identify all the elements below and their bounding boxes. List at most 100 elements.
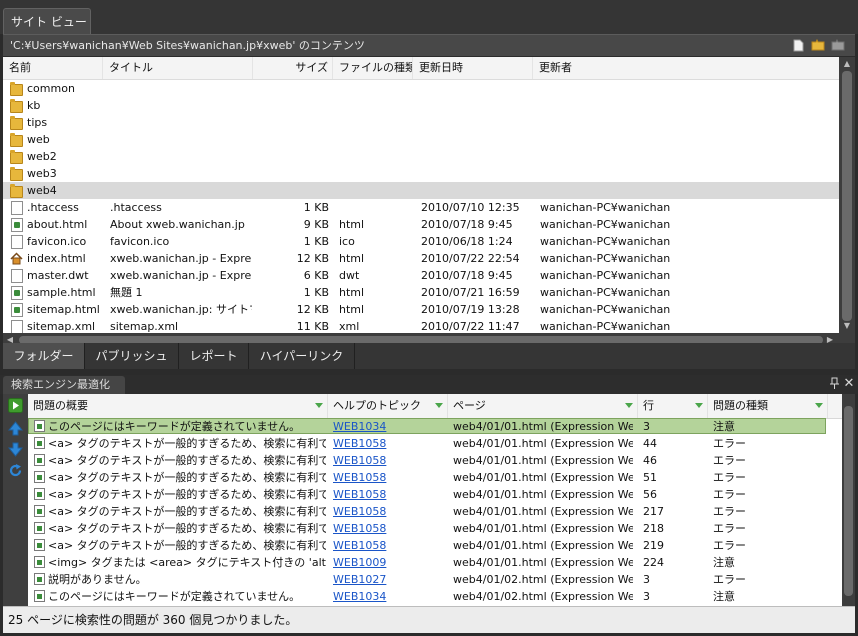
folder-icon (10, 167, 23, 181)
help-topic-link[interactable]: WEB1058 (333, 469, 443, 486)
filter-dropdown-icon[interactable] (695, 403, 703, 408)
folder-row[interactable]: web2 (3, 148, 839, 165)
problem-summary: 説明がありません。 (48, 573, 147, 586)
file-modified (421, 114, 531, 131)
seo-scroll-thumb[interactable] (844, 406, 853, 596)
previous-result-icon[interactable] (7, 421, 24, 436)
help-topic-link[interactable]: WEB1009 (333, 554, 443, 571)
file-size (255, 114, 329, 131)
file-row[interactable]: sitemap.html xweb.wanichan.jp: サイトマ... 12 … (3, 301, 839, 318)
help-topic-link[interactable]: WEB1058 (333, 537, 443, 554)
help-topic-link[interactable]: WEB1034 (333, 588, 443, 605)
html-file-icon (10, 218, 23, 232)
folder-row[interactable]: web4 (3, 182, 839, 199)
file-row[interactable]: sitemap.xml sitemap.xml 11 KB xml 2010/07/22… (3, 318, 839, 333)
seo-result-row[interactable]: <a> タグのテキストが一般的すぎるため、検索に有利では... WEB1058 we… (28, 520, 842, 537)
seo-panel-title[interactable]: 検索エンジン最適化 (3, 376, 125, 394)
filter-dropdown-icon[interactable] (315, 403, 323, 408)
help-topic-link[interactable]: WEB1058 (333, 520, 443, 537)
file-row[interactable]: .htaccess .htaccess 1 KB 2010/07/10 12:35 wa… (3, 199, 839, 216)
new-folder-icon[interactable] (811, 38, 825, 52)
help-topic-link[interactable]: WEB1034 (333, 418, 443, 435)
close-icon[interactable]: ✕ (843, 376, 855, 392)
vertical-scroll-thumb[interactable] (842, 71, 852, 321)
problem-summary: <a> タグのテキストが一般的すぎるため、検索に有利では... (48, 539, 326, 552)
folder-row[interactable]: tips (3, 114, 839, 131)
tab-site-view[interactable]: サイト ビュー (3, 8, 91, 34)
file-modified-by: wanichan-PC¥wanichan (540, 303, 671, 316)
file-name: web4 (27, 184, 57, 197)
seo-result-row[interactable]: <a> タグのテキストが一般的すぎるため、検索に有利では... WEB1058 we… (28, 469, 842, 486)
column-header-modified-by[interactable]: 更新者 (533, 57, 839, 79)
file-title (110, 182, 252, 199)
filter-dropdown-icon[interactable] (815, 403, 823, 408)
file-title: 無題 1 (110, 286, 143, 299)
file-row[interactable]: index.html xweb.wanichan.jp - Expre... 12 … (3, 250, 839, 267)
column-header-page[interactable]: ページ (448, 394, 638, 418)
folder-row[interactable]: common (3, 80, 839, 97)
column-header-help-topic[interactable]: ヘルプのトピック (328, 394, 448, 418)
file-title (110, 148, 252, 165)
problem-type: エラー (713, 539, 746, 552)
folder-row[interactable]: kb (3, 97, 839, 114)
seo-result-row[interactable]: <a> タグのテキストが一般的すぎるため、検索に有利では... WEB1058 we… (28, 537, 842, 554)
seo-result-row[interactable]: <img> タグまたは <area> タグにテキスト付きの 'alt' 属性..… (28, 554, 842, 571)
issue-page: web4/01/01.html (Expression We... (453, 454, 633, 467)
column-header-modified[interactable]: 更新日時 (413, 57, 533, 79)
next-result-icon[interactable] (7, 442, 24, 457)
file-modified-by (540, 114, 740, 131)
file-list-vertical-scrollbar[interactable]: ▲ ▼ (839, 57, 855, 333)
column-header-title[interactable]: タイトル (103, 57, 253, 79)
delete-folder-icon[interactable] (831, 38, 845, 52)
seo-result-row[interactable]: <a> タグのテキストが一般的すぎるため、検索に有利では... WEB1058 we… (28, 435, 842, 452)
seo-result-row[interactable]: <a> タグのテキストが一般的すぎるため、検索に有利では... WEB1058 we… (28, 503, 842, 520)
file-size: 12 KB (296, 303, 329, 316)
problem-summary: このページにはキーワードが定義されていません。 (48, 590, 301, 603)
column-header-problem-summary-label: 問題の概要 (33, 399, 88, 412)
file-size (255, 148, 329, 165)
file-row[interactable]: master.dwt xweb.wanichan.jp - Expre... 6 K… (3, 267, 839, 284)
file-title: About xweb.wanichan.jp (110, 218, 245, 231)
scroll-down-arrow-icon[interactable]: ▼ (839, 319, 855, 333)
seo-vertical-scrollbar[interactable] (842, 394, 855, 606)
column-header-file-type[interactable]: ファイルの種類 (333, 57, 413, 79)
run-check-icon[interactable] (8, 398, 23, 413)
help-topic-link[interactable]: WEB1027 (333, 571, 443, 588)
file-modified (421, 97, 531, 114)
file-row[interactable]: sample.html 無題 1 1 KB html 2010/07/21 16:59 w… (3, 284, 839, 301)
seo-result-row[interactable]: <a> タグのテキストが一般的すぎるため、検索に有利では... WEB1058 we… (28, 452, 842, 469)
filter-dropdown-icon[interactable] (625, 403, 633, 408)
file-row[interactable]: favicon.ico favicon.ico 1 KB ico 2010/06/18 … (3, 233, 839, 250)
tab-hyperlinks[interactable]: ハイパーリンク (249, 343, 355, 369)
column-header-size[interactable]: サイズ (253, 57, 333, 79)
seo-result-row[interactable]: このページにはキーワードが定義されていません。 WEB1034 web4/01/02… (28, 588, 842, 605)
help-topic-link[interactable]: WEB1058 (333, 452, 443, 469)
file-row[interactable]: about.html About xweb.wanichan.jp 9 KB html… (3, 216, 839, 233)
scroll-up-arrow-icon[interactable]: ▲ (839, 57, 855, 71)
seo-result-row[interactable]: このページにはキーワードが定義されていません。 WEB1034 web4/01/01… (28, 418, 842, 435)
folder-row[interactable]: web3 (3, 165, 839, 182)
column-header-problem-summary[interactable]: 問題の概要 (28, 394, 328, 418)
column-header-line[interactable]: 行 (638, 394, 708, 418)
folder-row[interactable]: web (3, 131, 839, 148)
tab-reports[interactable]: レポート (179, 343, 249, 369)
help-topic-link[interactable]: WEB1058 (333, 435, 443, 452)
seo-result-row[interactable]: 説明がありません。 WEB1027 web4/01/02.html (Express… (28, 571, 842, 588)
refresh-icon[interactable] (8, 463, 23, 478)
new-page-icon[interactable] (791, 38, 805, 52)
issue-line: 217 (643, 505, 664, 518)
column-header-name[interactable]: 名前 (3, 57, 103, 79)
tab-publish[interactable]: パブリッシュ (85, 343, 179, 369)
file-modified-by: wanichan-PC¥wanichan (540, 269, 671, 282)
file-type (339, 97, 413, 114)
file-modified-by (540, 97, 740, 114)
pin-icon[interactable] (828, 377, 840, 391)
tab-folders[interactable]: フォルダー (3, 343, 85, 369)
file-type (339, 131, 413, 148)
help-topic-link[interactable]: WEB1058 (333, 486, 443, 503)
help-topic-link[interactable]: WEB1058 (333, 503, 443, 520)
file-title: .htaccess (110, 201, 162, 214)
filter-dropdown-icon[interactable] (435, 403, 443, 408)
column-header-problem-type[interactable]: 問題の種類 (708, 394, 828, 418)
seo-result-row[interactable]: <a> タグのテキストが一般的すぎるため、検索に有利では... WEB1058 we… (28, 486, 842, 503)
